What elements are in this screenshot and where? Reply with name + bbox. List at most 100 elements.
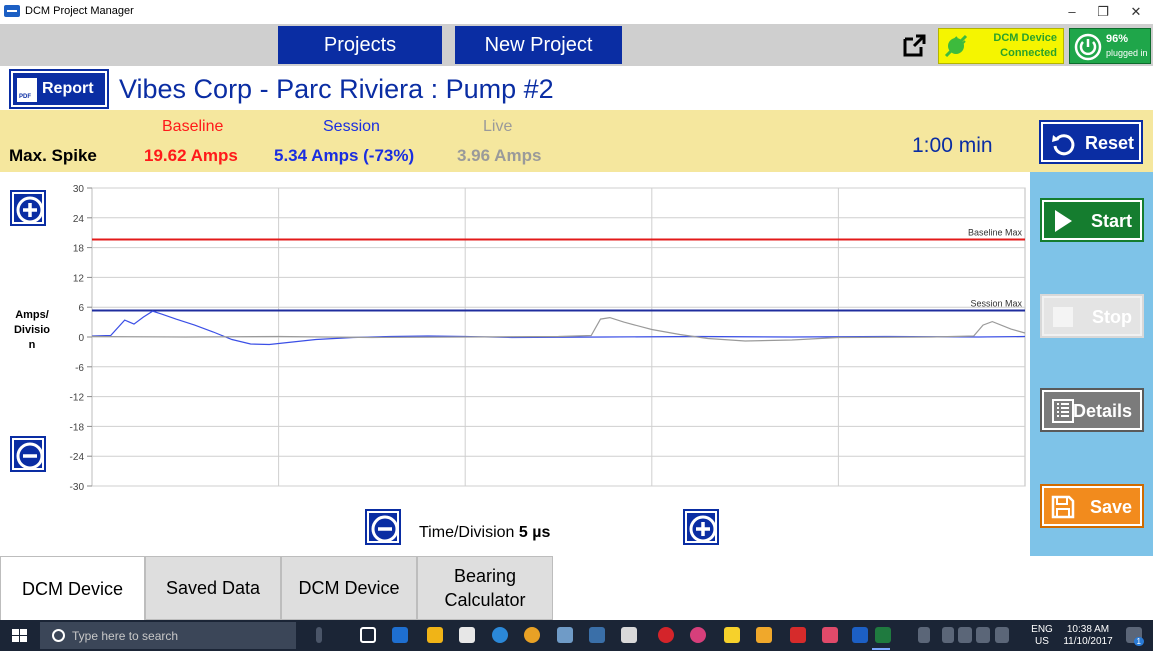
bottom-tabs: DCM Device Saved Data DCM Device Bearing… bbox=[0, 556, 1153, 620]
dcm-app-icon[interactable] bbox=[852, 627, 868, 643]
y-tick-label: 6 bbox=[78, 303, 84, 314]
header: PDF Report Vibes Corp - Parc Riviera : P… bbox=[0, 66, 1153, 110]
task-view-icon[interactable] bbox=[360, 627, 376, 643]
tab-saved-data[interactable]: Saved Data bbox=[145, 556, 281, 620]
top-nav: Projects New Project DCM Device Connecte… bbox=[0, 24, 1153, 66]
reset-icon bbox=[1052, 134, 1075, 156]
app-icon-red[interactable] bbox=[658, 627, 674, 643]
battery-tray-icon[interactable] bbox=[958, 627, 972, 643]
page-title: Vibes Corp - Parc Riviera : Pump #2 bbox=[119, 74, 554, 104]
live-heading: Live bbox=[483, 118, 513, 135]
app-icon-feather[interactable] bbox=[557, 627, 573, 643]
waveform-chart: 30 24 18 12 6 0 -6 -12 -18 -24 -30 Baseline Max Ses… bbox=[70, 184, 1026, 493]
report-button-label: Report bbox=[42, 80, 94, 97]
excel-icon[interactable] bbox=[875, 627, 891, 643]
window-title: DCM Project Manager bbox=[25, 5, 134, 17]
minimize-button[interactable]: – bbox=[1057, 2, 1087, 22]
y-tick-label: -24 bbox=[70, 452, 85, 463]
reference-lines: Baseline Max Session Max bbox=[92, 228, 1025, 312]
y-tick-label: -12 bbox=[70, 393, 85, 404]
reference-line-label: Session Max bbox=[970, 298, 1022, 308]
live-value: 3.96 Amps bbox=[457, 146, 542, 165]
wifi-icon[interactable] bbox=[995, 627, 1009, 643]
clock[interactable]: 10:38 AM 11/10/2017 bbox=[1058, 624, 1118, 648]
tray-chevron-icon[interactable] bbox=[942, 627, 954, 643]
time-division-value: 5 µs bbox=[518, 524, 551, 541]
microphone-icon[interactable] bbox=[316, 627, 322, 643]
projects-button[interactable]: Projects bbox=[278, 26, 442, 64]
input-language[interactable]: ENG US bbox=[1030, 624, 1054, 648]
store-icon[interactable] bbox=[459, 627, 475, 643]
calculator-icon[interactable] bbox=[621, 627, 637, 643]
y-tick-label: -18 bbox=[70, 422, 85, 433]
floppy-disk-icon bbox=[1051, 495, 1075, 519]
app-icon-pink[interactable] bbox=[690, 627, 706, 643]
y-tick-label: -6 bbox=[75, 363, 84, 374]
report-button[interactable]: PDF Report bbox=[9, 69, 109, 109]
sticky-notes-icon[interactable] bbox=[724, 627, 740, 643]
pdf-file-icon: PDF bbox=[17, 78, 37, 102]
outlook-icon[interactable] bbox=[392, 627, 408, 643]
series-line bbox=[91, 310, 1026, 346]
y-tick-label: 24 bbox=[73, 214, 85, 225]
cortana-icon bbox=[52, 629, 65, 642]
action-center-icon[interactable]: 1 bbox=[1126, 627, 1144, 646]
stop-button-label: Stop bbox=[1092, 307, 1132, 327]
stop-button[interactable]: Stop bbox=[1040, 294, 1144, 338]
title-bar: DCM Project Manager – ❐ ✕ bbox=[0, 0, 1153, 24]
minus-circle-icon bbox=[371, 515, 399, 543]
edge-icon[interactable] bbox=[492, 627, 508, 643]
restore-button[interactable]: ❐ bbox=[1088, 2, 1118, 22]
time-division-label: Time/Division bbox=[419, 524, 515, 541]
max-spike-panel: Baseline Session Live Max. Spike 19.62 A… bbox=[0, 110, 1153, 172]
play-icon bbox=[1055, 210, 1072, 232]
app-icon-burst[interactable] bbox=[756, 627, 772, 643]
file-explorer-icon[interactable] bbox=[427, 627, 443, 643]
app-icon-network[interactable] bbox=[589, 627, 605, 643]
windows-start-icon[interactable] bbox=[0, 620, 40, 651]
stop-icon bbox=[1053, 307, 1073, 327]
y-tick-label: 18 bbox=[73, 244, 85, 255]
details-button-label: Details bbox=[1072, 401, 1132, 421]
notification-badge: 1 bbox=[1133, 637, 1144, 646]
session-value: 5.34 Amps (-73%) bbox=[274, 146, 415, 165]
tab-bearing-calculator[interactable]: Bearing Calculator bbox=[417, 556, 553, 620]
new-project-button[interactable]: New Project bbox=[455, 26, 622, 64]
power-icon bbox=[1074, 33, 1102, 61]
chart-area: Amps/ Divisio n 30 24 18 12 6 0 -6 -12 -18 -24 -30… bbox=[0, 172, 1030, 558]
save-button[interactable]: Save bbox=[1040, 484, 1144, 528]
max-spike-label: Max. Spike bbox=[9, 146, 97, 165]
acrobat-icon[interactable] bbox=[790, 627, 806, 643]
active-app-indicator bbox=[872, 648, 890, 650]
app-icon bbox=[4, 5, 20, 17]
time-zoom-in-button[interactable] bbox=[683, 509, 719, 545]
y-tick-label: 12 bbox=[73, 273, 85, 284]
baseline-value: 19.62 Amps bbox=[144, 146, 238, 165]
search-placeholder: Type here to search bbox=[72, 629, 179, 643]
plus-circle-icon bbox=[689, 515, 717, 543]
battery-percent: 96% bbox=[1106, 33, 1129, 45]
battery-status-badge: 96% plugged in bbox=[1069, 28, 1151, 64]
details-button[interactable]: Details bbox=[1040, 388, 1144, 432]
device-status-badge: DCM Device Connected bbox=[938, 28, 1064, 64]
y-tick-label: 30 bbox=[73, 184, 85, 195]
device-status-line1: DCM Device bbox=[993, 32, 1057, 44]
taskbar-search-input[interactable]: Type here to search bbox=[40, 622, 296, 649]
close-button[interactable]: ✕ bbox=[1121, 2, 1151, 22]
chrome-icon[interactable] bbox=[524, 627, 540, 643]
windows-taskbar: Type here to search ENG US 10:38 AM 11/1… bbox=[0, 620, 1153, 651]
app-icon-chart[interactable] bbox=[822, 627, 838, 643]
device-status-line2: Connected bbox=[1000, 47, 1057, 59]
start-button[interactable]: Start bbox=[1040, 198, 1144, 242]
tab-dcm-device-2[interactable]: DCM Device bbox=[281, 556, 417, 620]
save-button-label: Save bbox=[1089, 497, 1132, 517]
external-link-icon[interactable] bbox=[902, 32, 928, 58]
volume-icon[interactable] bbox=[976, 627, 990, 643]
reset-button-label: Reset bbox=[1085, 133, 1135, 153]
session-heading: Session bbox=[323, 118, 380, 135]
time-zoom-out-button[interactable] bbox=[365, 509, 401, 545]
reset-button[interactable]: Reset bbox=[1039, 120, 1143, 164]
elapsed-time: 1:00 min bbox=[912, 134, 993, 157]
tab-dcm-device[interactable]: DCM Device bbox=[0, 556, 145, 620]
people-icon[interactable] bbox=[918, 627, 930, 643]
